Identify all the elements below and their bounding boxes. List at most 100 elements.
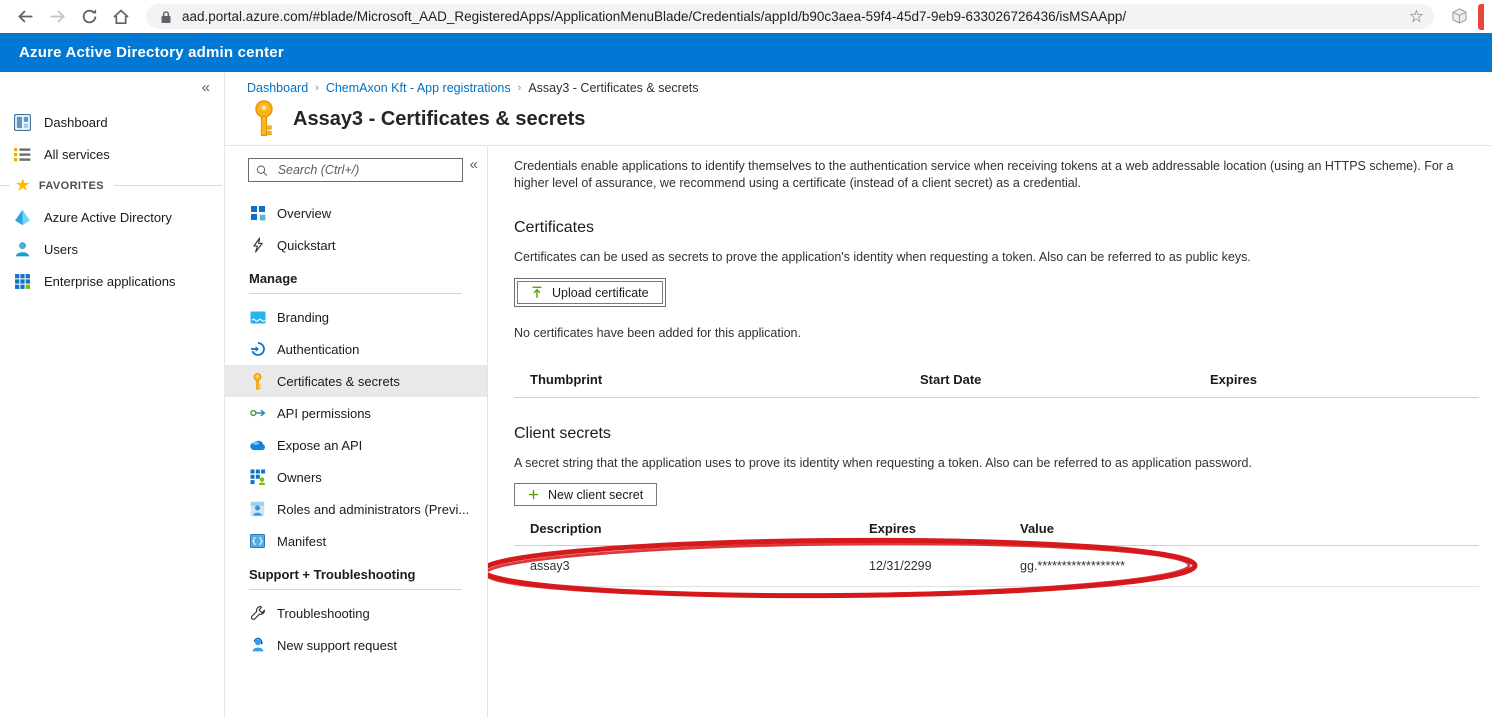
- blade-header: Dashboard › ChemAxon Kft - App registrat…: [225, 72, 1492, 146]
- menu-item-roles-administrators[interactable]: Roles and administrators (Previ...: [225, 493, 487, 525]
- menu-item-label: Owners: [277, 470, 322, 485]
- upload-icon: [531, 286, 543, 299]
- divider: [514, 397, 1479, 398]
- sidebar-item-label: Enterprise applications: [44, 274, 176, 289]
- menu-item-label: Authentication: [277, 342, 359, 357]
- certificates-table-header: Thumbprint Start Date Expires: [514, 372, 1479, 387]
- menu-group-manage: Manage: [249, 271, 462, 286]
- users-icon: [14, 241, 31, 258]
- divider: [114, 185, 222, 186]
- certificates-empty-message: No certificates have been added for this…: [514, 326, 1479, 340]
- secret-value-cell: gg.******************: [1020, 559, 1479, 573]
- client-secrets-heading: Client secrets: [514, 425, 1479, 443]
- sidebar-item-all-services[interactable]: All services: [0, 138, 224, 170]
- search-icon: [256, 164, 268, 177]
- browser-back-button[interactable]: [12, 4, 38, 30]
- client-secrets-table-header: Description Expires Value: [514, 521, 1479, 536]
- breadcrumb-current-page: Assay3 - Certificates & secrets: [528, 81, 698, 95]
- column-start-date: Start Date: [920, 372, 1210, 387]
- sidebar-item-dashboard[interactable]: Dashboard: [0, 106, 224, 138]
- bookmark-star-icon[interactable]: ☆: [1409, 8, 1424, 25]
- menu-item-certificates-secrets[interactable]: Certificates & secrets: [225, 365, 487, 397]
- page-title: Assay3 - Certificates & secrets: [293, 108, 585, 131]
- menu-item-expose-an-api[interactable]: Expose an API: [225, 429, 487, 461]
- menu-item-new-support-request[interactable]: New support request: [225, 629, 487, 661]
- browser-forward-button[interactable]: [44, 4, 70, 30]
- breadcrumb-separator-icon: ›: [518, 82, 522, 94]
- menu-item-authentication[interactable]: Authentication: [225, 333, 487, 365]
- menu-item-api-permissions[interactable]: API permissions: [225, 397, 487, 429]
- upload-certificate-label: Upload certificate: [552, 286, 649, 300]
- menu-item-label: Roles and administrators (Previ...: [277, 502, 469, 517]
- menu-item-label: Quickstart: [277, 238, 336, 253]
- circle-arrow-icon: [249, 407, 266, 419]
- menu-item-label: Expose an API: [277, 438, 362, 453]
- menu-item-quickstart[interactable]: Quickstart: [225, 229, 487, 261]
- sidebar-item-enterprise-applications[interactable]: Enterprise applications: [0, 265, 224, 297]
- table-row-client-secret[interactable]: assay3 12/31/2299 gg.******************: [514, 546, 1479, 587]
- menu-search-box[interactable]: [248, 158, 463, 182]
- menu-item-label: Troubleshooting: [277, 606, 370, 621]
- sidebar-item-label: Dashboard: [44, 115, 108, 130]
- upload-certificate-button[interactable]: Upload certificate: [517, 281, 663, 304]
- grid-person-icon: [249, 469, 266, 485]
- breadcrumb-app-registrations[interactable]: ChemAxon Kft - App registrations: [326, 81, 511, 95]
- key-icon: [252, 100, 276, 138]
- client-secret-row-wrapper: assay3 12/31/2299 gg.******************: [514, 546, 1479, 587]
- menu-item-label: Overview: [277, 206, 331, 221]
- browser-extension-button[interactable]: [1446, 4, 1472, 30]
- dashboard-icon: [14, 114, 31, 131]
- breadcrumb: Dashboard › ChemAxon Kft - App registrat…: [247, 81, 1492, 95]
- column-thumbprint: Thumbprint: [514, 372, 920, 387]
- plus-icon: [528, 489, 539, 500]
- column-description: Description: [514, 521, 869, 536]
- sidebar-item-label: All services: [44, 147, 110, 162]
- url-text[interactable]: aad.portal.azure.com/#blade/Microsoft_AA…: [182, 9, 1399, 24]
- browser-address-bar[interactable]: aad.portal.azure.com/#blade/Microsoft_AA…: [146, 4, 1434, 29]
- sidebar-item-label: Azure Active Directory: [44, 210, 172, 225]
- divider: [0, 185, 10, 186]
- sidebar-item-azure-active-directory[interactable]: Azure Active Directory: [0, 201, 224, 233]
- menu-collapse-button[interactable]: «: [470, 157, 478, 172]
- menu-item-label: Certificates & secrets: [277, 374, 400, 389]
- favorites-label: FAVORITES: [39, 180, 104, 192]
- menu-item-overview[interactable]: Overview: [225, 197, 487, 229]
- sidebar-collapse-button[interactable]: «: [202, 80, 210, 95]
- new-client-secret-button[interactable]: New client secret: [514, 483, 657, 506]
- menu-item-troubleshooting[interactable]: Troubleshooting: [225, 597, 487, 629]
- menu-item-label: New support request: [277, 638, 397, 653]
- menu-item-label: API permissions: [277, 406, 371, 421]
- overview-grid-icon: [249, 205, 266, 221]
- menu-item-owners[interactable]: Owners: [225, 461, 487, 493]
- menu-item-manifest[interactable]: Manifest: [225, 525, 487, 557]
- secret-description-cell: assay3: [514, 559, 869, 573]
- branding-icon: [249, 311, 266, 324]
- enterprise-applications-icon: [14, 273, 31, 290]
- forward-icon: [49, 8, 66, 25]
- search-input[interactable]: [276, 162, 455, 178]
- browser-profile-avatar-partial[interactable]: [1478, 4, 1484, 30]
- menu-item-branding[interactable]: Branding: [225, 301, 487, 333]
- breadcrumb-dashboard[interactable]: Dashboard: [247, 81, 308, 95]
- extension-cube-icon: [1450, 7, 1469, 26]
- home-icon: [112, 8, 130, 26]
- column-expires: Expires: [1210, 372, 1479, 387]
- browser-home-button[interactable]: [108, 4, 134, 30]
- favorites-star-icon: ★: [16, 178, 30, 193]
- portal-sidebar: « Dashboard All services ★ FAVORITES: [0, 72, 225, 718]
- browser-reload-button[interactable]: [76, 4, 102, 30]
- blade-menu: « Overview Quickstart: [225, 146, 488, 718]
- menu-item-label: Branding: [277, 310, 329, 325]
- sidebar-item-users[interactable]: Users: [0, 233, 224, 265]
- lightning-bolt-icon: [249, 237, 266, 253]
- certificates-heading: Certificates: [514, 219, 1479, 237]
- sidebar-favorites-header: ★ FAVORITES: [0, 170, 224, 201]
- reload-icon: [81, 8, 98, 25]
- certificates-description: Certificates can be used as secrets to p…: [514, 250, 1479, 264]
- person-badge-icon: [249, 501, 266, 517]
- column-value: Value: [1020, 521, 1479, 536]
- blade-content: Credentials enable applications to ident…: [488, 146, 1492, 718]
- sign-in-arrow-icon: [249, 341, 266, 357]
- menu-item-label: Manifest: [277, 534, 326, 549]
- azure-topbar: Azure Active Directory admin center: [0, 33, 1492, 72]
